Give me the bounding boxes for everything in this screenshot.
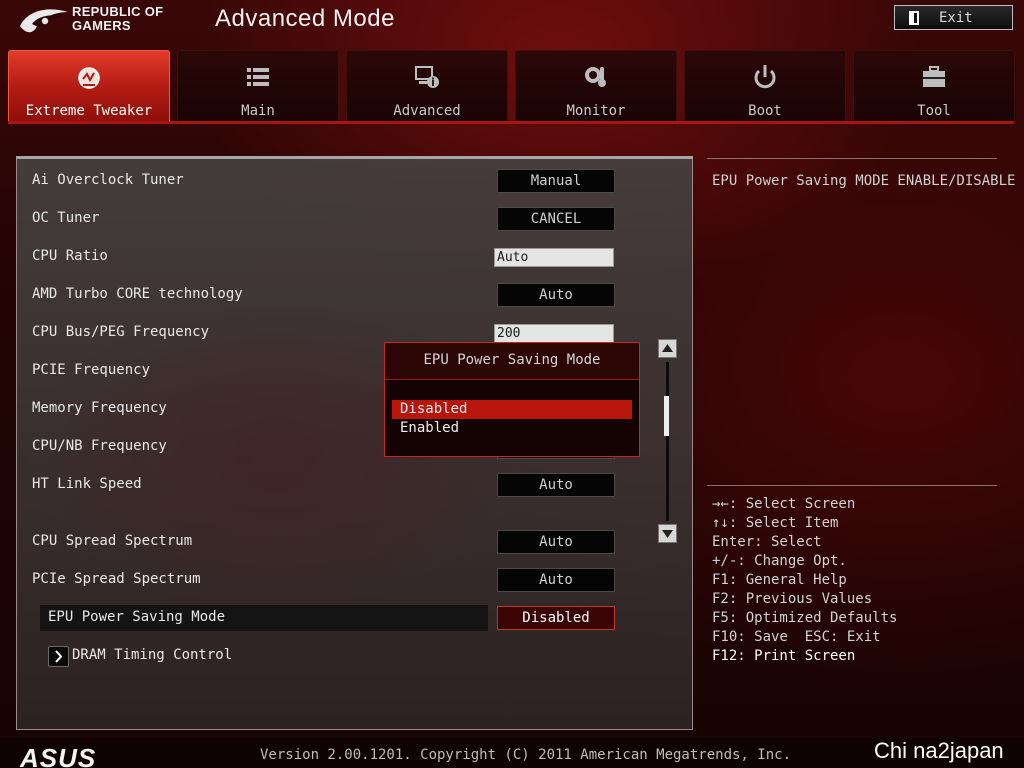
rog-brand-text: REPUBLIC OF GAMERS [72, 5, 163, 33]
help-top-divider [707, 158, 997, 159]
asus-logo: ASUS [20, 743, 97, 768]
header: REPUBLIC OF GAMERS Advanced Mode Exit [0, 0, 1024, 44]
setting-label: CPU Bus/PEG Frequency [32, 324, 210, 340]
version-text: Version 2.00.1201. Copyright (C) 2011 Am… [260, 747, 792, 763]
tab-label: Extreme Tweaker [25, 103, 153, 119]
ht-link-speed-value-button[interactable]: Auto [497, 473, 615, 497]
scroll-up-button[interactable] [658, 339, 677, 358]
setting-row-amd-turbo-core[interactable]: AMD Turbo CORE technology [24, 282, 472, 308]
key-hint-select-screen: →←: Select Screen [712, 496, 856, 512]
help-description: EPU Power Saving MODE ENABLE/DISABLE [712, 173, 1016, 189]
setting-row-pcie-spread-spectrum[interactable]: PCIe Spread Spectrum [24, 567, 472, 593]
setting-row-dram-timing-control[interactable]: DRAM Timing Control [64, 643, 364, 669]
epu-power-saving-mode-value-button[interactable]: Disabled [497, 606, 615, 630]
setting-label: PCIE Frequency [32, 362, 151, 378]
popup-option-disabled[interactable]: Disabled [392, 400, 632, 419]
setting-row-cpu-spread-spectrum[interactable]: CPU Spread Spectrum [24, 529, 472, 555]
tab-extreme-tweaker[interactable]: Extreme Tweaker [8, 50, 170, 122]
setting-label: CPU/NB Frequency [32, 438, 167, 454]
tab-boot[interactable]: Boot [684, 50, 846, 122]
thermometer-icon [585, 67, 606, 87]
scrollbar-thumb[interactable] [664, 396, 669, 436]
page-title: Advanced Mode [215, 5, 395, 32]
tab-label: Advanced [393, 103, 461, 119]
tab-advanced[interactable]: Advanced [346, 50, 508, 122]
brand-line-1: REPUBLIC OF [72, 4, 164, 19]
setting-row-ht-link-speed[interactable]: HT Link Speed [24, 472, 472, 498]
setting-label: CPU Ratio [32, 248, 108, 264]
key-hint-f2: F2: Previous Values [712, 591, 873, 607]
triangle-down-icon [662, 530, 673, 538]
exit-label: Exit [939, 9, 973, 26]
tab-strip-divider [8, 121, 1014, 124]
tab-tool[interactable]: Tool [853, 50, 1015, 122]
key-hint-f12: F12: Print Screen [712, 648, 856, 664]
ai-overclock-tuner-value-button[interactable]: Manual [497, 169, 615, 193]
toolbox-icon [923, 66, 945, 87]
popup-title: EPU Power Saving Mode [423, 352, 601, 368]
tab-main[interactable]: Main [177, 50, 339, 122]
power-icon [754, 65, 776, 89]
triangle-up-icon [662, 344, 673, 352]
settings-panel-top-border [16, 156, 693, 159]
key-hint-select-item: ↑↓: Select Item [712, 515, 839, 531]
tab-label: Main [241, 103, 275, 119]
help-keys-divider [707, 485, 997, 486]
setting-label: Ai Overclock Tuner [32, 172, 184, 188]
setting-label: DRAM Timing Control [72, 647, 233, 663]
popup-title-bar: EPU Power Saving Mode [385, 343, 639, 380]
key-hint-change-opt: +/-: Change Opt. [712, 553, 847, 569]
setting-label: Memory Frequency [32, 400, 167, 416]
option-popup: EPU Power Saving Mode Disabled Enabled [384, 342, 640, 457]
cpu-bus-peg-frequency-input[interactable]: 200 [494, 324, 614, 343]
tab-monitor[interactable]: Monitor [515, 50, 677, 122]
setting-label: EPU Power Saving Mode [48, 609, 226, 625]
setting-row-oc-tuner[interactable]: OC Tuner [24, 206, 472, 232]
advanced-icon [415, 66, 439, 88]
key-hint-f5: F5: Optimized Defaults [712, 610, 898, 626]
setting-row-cpu-ratio[interactable]: CPU Ratio [24, 244, 472, 270]
exit-door-icon [909, 10, 919, 25]
key-hint-f10-esc: F10: Save ESC: Exit [712, 629, 881, 645]
setting-label: CPU Spread Spectrum [32, 533, 193, 549]
setting-label: AMD Turbo CORE technology [32, 286, 243, 302]
rog-eye-logo-icon [20, 9, 68, 33]
pcie-spread-spectrum-value-button[interactable]: Auto [497, 568, 615, 592]
exit-button[interactable]: Exit [894, 5, 1013, 30]
popup-option-enabled[interactable]: Enabled [392, 419, 632, 438]
key-hint-f1: F1: General Help [712, 572, 847, 588]
setting-label: OC Tuner [32, 210, 100, 226]
tab-label: Boot [748, 103, 782, 119]
cpu-spread-spectrum-value-button[interactable]: Auto [497, 530, 615, 554]
amd-turbo-core-value-button[interactable]: Auto [497, 283, 615, 307]
setting-row-ai-overclock-tuner[interactable]: Ai Overclock Tuner [24, 168, 472, 194]
brand-line-2: GAMERS [72, 18, 131, 33]
setting-label: HT Link Speed [32, 476, 142, 492]
setting-label: PCIe Spread Spectrum [32, 571, 201, 587]
oc-tuner-value-button[interactable]: CANCEL [497, 207, 615, 231]
scrollbar-track[interactable] [666, 362, 669, 521]
extreme-tweaker-icon [78, 67, 100, 89]
watermark-text: Chi na2japan [874, 738, 1004, 763]
tab-label: Tool [917, 103, 951, 119]
key-hint-enter: Enter: Select [712, 534, 822, 550]
scroll-down-button[interactable] [658, 524, 677, 543]
cpu-ratio-input[interactable]: Auto [494, 248, 614, 267]
setting-row-epu-power-saving-mode[interactable]: EPU Power Saving Mode [40, 605, 488, 631]
tab-label: Monitor [566, 103, 626, 119]
list-icon [247, 68, 269, 86]
